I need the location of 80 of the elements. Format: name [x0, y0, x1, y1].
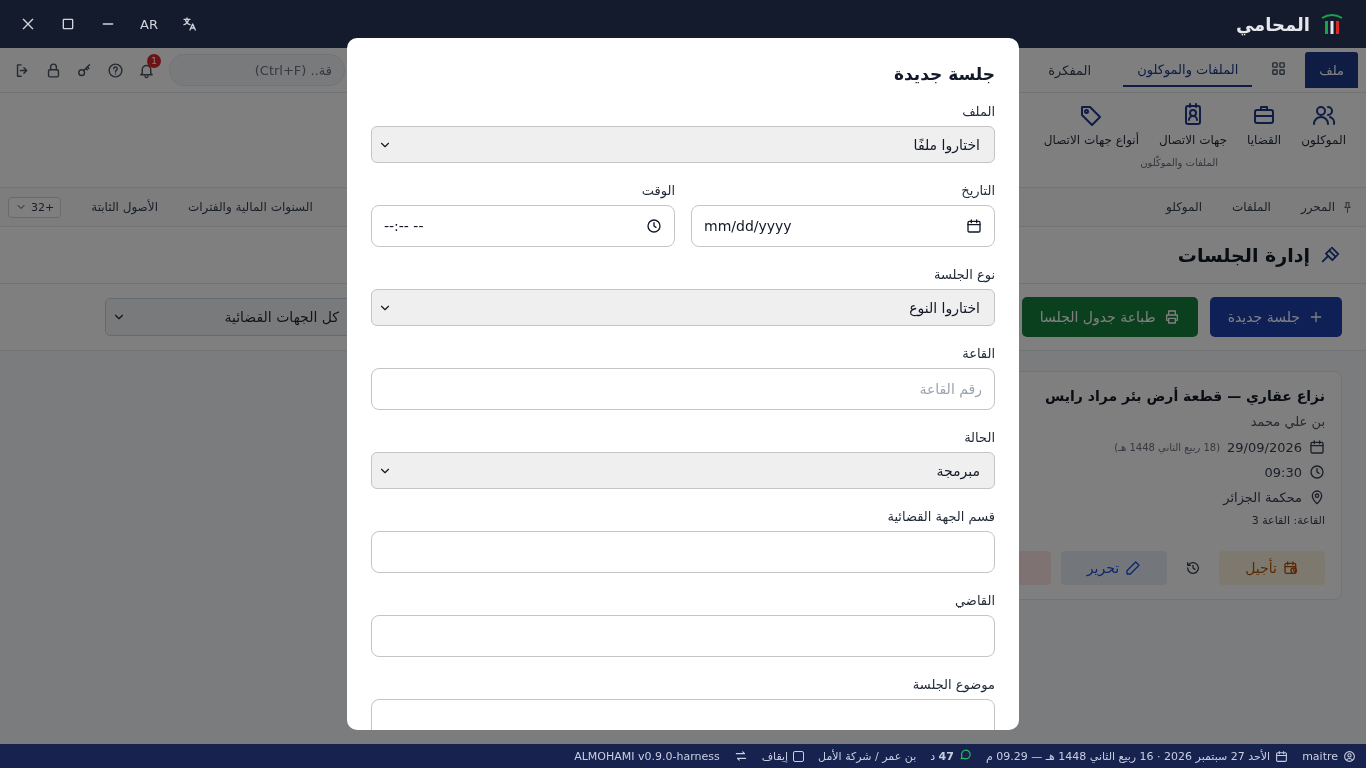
calendar-icon — [1275, 749, 1289, 763]
client-name: بن علي محمد — [1249, 414, 1325, 429]
clock-icon — [646, 218, 662, 234]
page-tab[interactable]: الأصول الثابتة — [91, 200, 158, 214]
field-label: الحالة — [963, 430, 995, 445]
calendar-icon — [1309, 439, 1325, 455]
user-icon — [1343, 749, 1356, 763]
lock-icon[interactable] — [45, 61, 62, 79]
help-icon[interactable] — [107, 61, 124, 79]
maximize-icon[interactable] — [60, 16, 76, 32]
users-icon — [1311, 103, 1336, 127]
page-tab[interactable]: المحرر — [1300, 200, 1354, 214]
calendar-icon — [966, 218, 982, 234]
field-label: الملف — [961, 104, 995, 119]
field-label: القاضي — [954, 593, 995, 608]
ribbon-tab[interactable]: الملفات والموكلون — [1123, 53, 1253, 87]
input-field[interactable] — [371, 531, 995, 573]
date-field[interactable]: mm/dd/yyyy — [691, 205, 995, 247]
dialog-title: جلسة جديدة — [892, 64, 995, 84]
grid-icon[interactable] — [1270, 59, 1288, 77]
pencil-icon — [1125, 560, 1142, 576]
search-field[interactable]: قة.. (Ctrl+F) — [169, 54, 345, 86]
field-label: قسم الجهة القضائية — [886, 509, 995, 524]
ribbon-tab[interactable]: المفكرة — [1034, 52, 1106, 88]
ribbon-button[interactable]: القضايا — [1245, 99, 1284, 151]
field-label: الوقت — [640, 183, 675, 198]
clock-icon — [1309, 464, 1325, 480]
time-field[interactable]: --:-- -- — [371, 205, 675, 247]
input-field[interactable] — [371, 699, 995, 730]
close-icon[interactable] — [20, 16, 36, 32]
ribbon-button[interactable]: الموكلون — [1299, 99, 1348, 151]
key-icon[interactable] — [76, 61, 93, 79]
version-text: ALMOHAMI v0.9.0-harness — [574, 749, 720, 763]
location-icon — [1309, 489, 1325, 505]
briefcase-icon — [1252, 103, 1277, 127]
translate-icon[interactable] — [181, 16, 198, 32]
tag-icon — [1079, 103, 1104, 127]
file-tab[interactable]: ملف — [1305, 52, 1358, 88]
edit-button[interactable]: تحرير — [1061, 551, 1167, 585]
hijri-date: (18 ربيع الثاني 1448 هـ) — [1114, 441, 1221, 453]
sync-icon[interactable] — [733, 749, 748, 763]
calendar-clock-icon — [1282, 560, 1299, 576]
page-tab[interactable]: الملفات — [1231, 200, 1271, 214]
page-tab[interactable]: الموكلو — [1165, 200, 1202, 214]
input-field[interactable]: رقم القاعة — [371, 368, 995, 410]
court-filter-select[interactable]: كل الجهات القضائية — [105, 298, 350, 336]
logo-icon — [1320, 13, 1344, 35]
user-name: maitre — [1302, 749, 1338, 763]
session-date: 29/09/2026 — [1227, 439, 1302, 455]
input-field[interactable] — [371, 615, 995, 657]
page-title: إدارة الجلسات — [1177, 244, 1310, 266]
language-toggle[interactable]: AR — [140, 16, 158, 32]
select-field[interactable]: اختاروا النوع — [371, 289, 995, 326]
print-button[interactable]: طباعة جدول الجلسا — [1021, 297, 1198, 337]
session-title: نزاع عقاري — قطعة أرض بئر مراد رايس — [1043, 386, 1325, 406]
field-label: نوع الجلسة — [932, 267, 995, 282]
ribbon-button[interactable]: جهات الاتصال — [1157, 99, 1230, 151]
company-name: بن عمر / شركة الأمل — [818, 749, 917, 763]
court-name: محكمة الجزائر — [1223, 489, 1302, 505]
select-field[interactable]: اختاروا ملفًا — [371, 126, 995, 163]
status-datetime: الأحد 27 سبتمبر 2026 · 16 ربيع الثاني 1448 هـ — 09.29 م — [985, 749, 1271, 763]
group-label: الملفات والموكّلون — [1140, 157, 1218, 168]
postpone-button[interactable]: تأجيل — [1219, 551, 1325, 585]
session-time: 09:30 — [1264, 464, 1302, 480]
ribbon-button[interactable]: أنواع جهات الاتصال — [1041, 99, 1142, 151]
chat-icon — [958, 748, 972, 761]
notification-badge: 1 — [147, 53, 161, 68]
field-label: القاعة — [961, 346, 995, 361]
room-text: القاعة: القاعة 3 — [1250, 514, 1325, 527]
pause-checkbox[interactable]: إيقاف — [761, 749, 805, 763]
field-label: التاريخ — [960, 183, 995, 198]
field-label: موضوع الجلسة — [911, 677, 995, 692]
page-tab[interactable]: السنوات المالية والفترات — [188, 200, 313, 214]
printer-icon — [1163, 309, 1180, 325]
select-field[interactable]: مبرمجة — [371, 452, 995, 489]
history-icon — [1185, 560, 1201, 576]
more-tabs-button[interactable]: 32+ — [8, 196, 62, 218]
app-name: المحامي — [1235, 13, 1310, 35]
new-session-button[interactable]: جلسة جديدة — [1209, 297, 1342, 337]
plus-icon — [1308, 309, 1324, 325]
